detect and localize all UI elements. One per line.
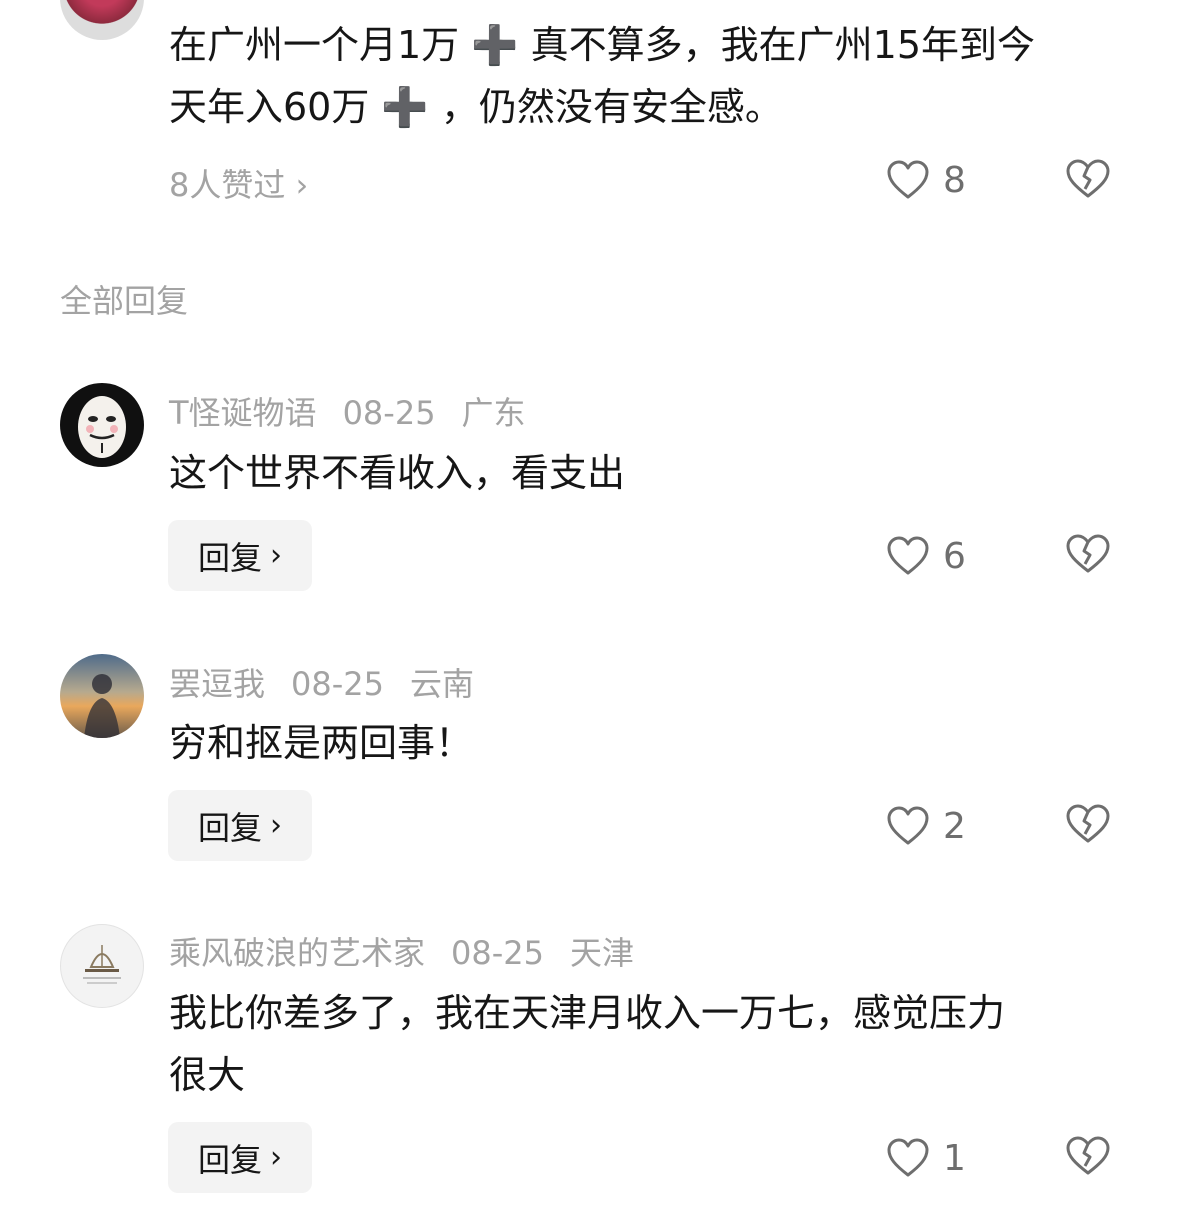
liked-by-link[interactable]: 8人赞过 › (169, 160, 308, 206)
heart-outline-icon (887, 536, 929, 576)
broken-heart-icon (1066, 1135, 1112, 1177)
reply-date: 08-25 (451, 934, 544, 972)
broken-heart-icon (1066, 533, 1112, 575)
broken-heart-icon (1066, 803, 1112, 845)
avatar[interactable] (60, 924, 144, 1008)
reply-date: 08-25 (291, 665, 384, 703)
like-count: 1 (943, 1137, 966, 1179)
reply-button[interactable]: 回复 › (168, 1122, 312, 1193)
username[interactable]: T怪诞物语 (169, 394, 317, 432)
like-button[interactable]: 8 (887, 156, 987, 204)
reply-date: 08-25 (342, 394, 436, 432)
reply-text: 我比你差多了，我在天津月收入一万七，感觉压力 很大 (169, 982, 1005, 1106)
chevron-right-icon: › (270, 1140, 282, 1175)
comment-text-line: 在广州一个月1万 ➕ 真不算多，我在广州15年到今 (169, 23, 1036, 67)
username[interactable]: 罢逗我 (169, 665, 265, 703)
heart-outline-icon (887, 160, 929, 200)
avatar[interactable] (60, 383, 144, 467)
dislike-button[interactable] (1066, 158, 1112, 204)
username[interactable]: 乘风破浪的艺术家 (169, 934, 425, 972)
dislike-button[interactable] (1066, 533, 1112, 579)
reply-meta: 罢逗我 08-25 云南 (169, 659, 500, 705)
like-count: 2 (943, 805, 966, 847)
reply-region: 云南 (410, 665, 475, 703)
like-button[interactable]: 1 (887, 1134, 987, 1182)
all-replies-title: 全部回复 (60, 282, 189, 320)
reply-button-label: 回复 (197, 538, 262, 577)
chevron-right-icon: › (270, 808, 282, 843)
reply-button-label: 回复 (197, 1140, 262, 1179)
reply-meta: 乘风破浪的艺术家 08-25 天津 (169, 928, 660, 974)
reply-text-line: 很大 (169, 1053, 246, 1097)
reply-text-line: 我比你差多了，我在天津月收入一万七，感觉压力 (169, 991, 1006, 1035)
avatar[interactable] (60, 654, 144, 738)
reply-button[interactable]: 回复 › (168, 790, 312, 861)
broken-heart-icon (1066, 158, 1112, 200)
dislike-button[interactable] (1066, 803, 1112, 849)
reply-button[interactable]: 回复 › (168, 520, 312, 591)
comment-text-line: 天年入60万 ➕ ，仍然没有安全感。 (169, 85, 783, 129)
avatar[interactable] (60, 0, 144, 40)
comment-text: 在广州一个月1万 ➕ 真不算多，我在广州15年到今 天年入60万 ➕ ，仍然没有… (169, 14, 1035, 138)
reply-text: 穷和抠是两回事！ (169, 721, 474, 765)
heart-outline-icon (887, 1138, 929, 1178)
chevron-right-icon: › (270, 538, 282, 573)
heart-outline-icon (887, 806, 929, 846)
reply-meta: T怪诞物语 08-25 广东 (169, 388, 552, 434)
reply-button-label: 回复 (197, 808, 262, 847)
reply-region: 广东 (461, 394, 526, 432)
reply-region: 天津 (570, 934, 635, 972)
like-count: 8 (943, 159, 966, 201)
like-button[interactable]: 2 (887, 802, 987, 850)
reply-text: 这个世界不看收入，看支出 (169, 451, 626, 495)
like-button[interactable]: 6 (887, 532, 987, 580)
dislike-button[interactable] (1066, 1135, 1112, 1181)
like-count: 6 (943, 535, 966, 577)
